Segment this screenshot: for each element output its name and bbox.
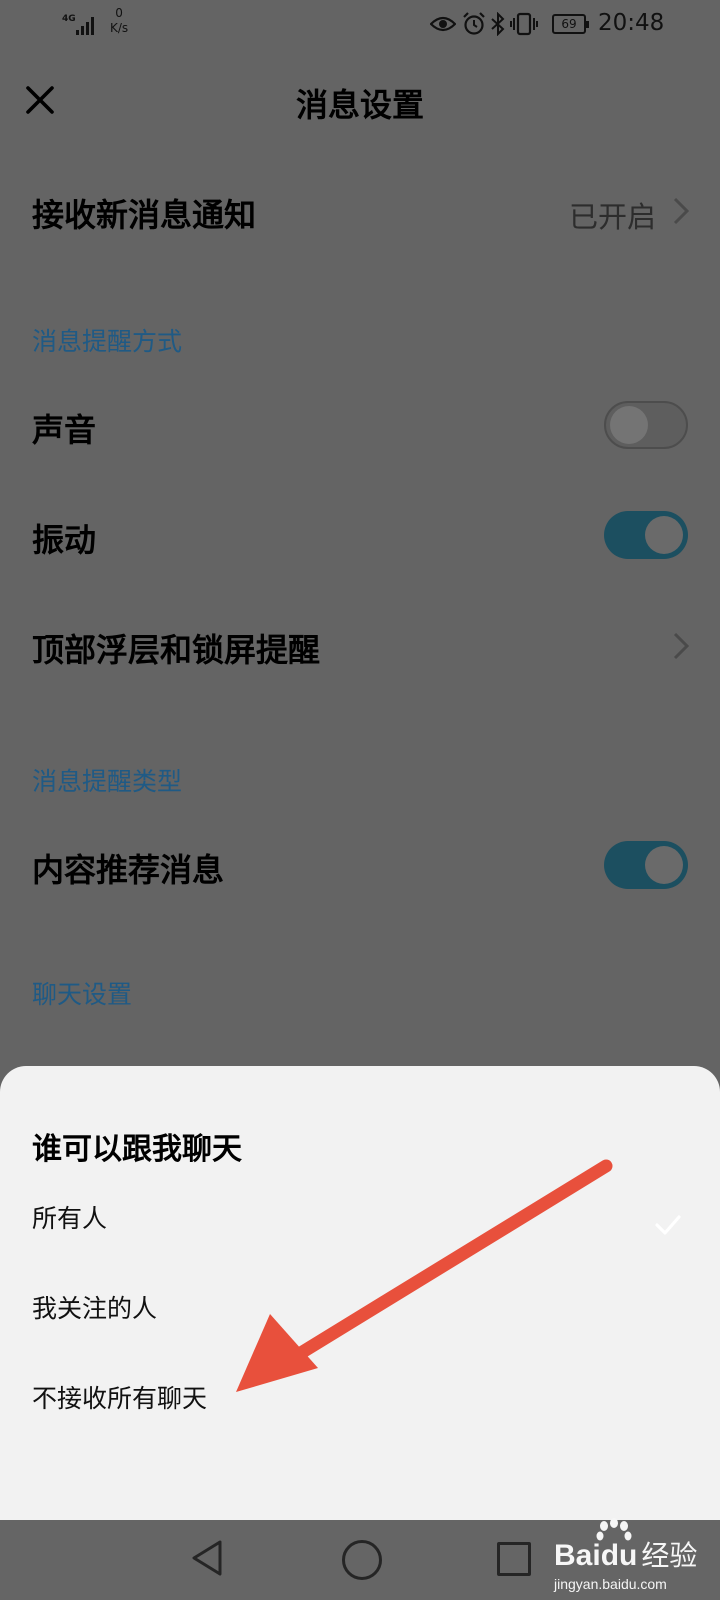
recents-icon[interactable] xyxy=(497,1542,531,1576)
sound-toggle[interactable] xyxy=(604,401,688,449)
alarm-icon xyxy=(463,12,485,35)
baidu-jingyan-watermark: Baidu 经验 xyxy=(554,1539,698,1572)
chat-permission-sheet: 谁可以跟我聊天 所有人 我关注的人 不接收所有聊天 xyxy=(0,1066,720,1520)
bluetooth-icon xyxy=(491,12,505,36)
content-recommend-toggle[interactable] xyxy=(604,841,688,889)
status-icons xyxy=(430,10,540,38)
chevron-right-icon xyxy=(673,632,690,660)
toggle-knob xyxy=(645,846,683,884)
new-message-notification-status: 已开启 xyxy=(568,200,656,234)
status-bar: 4G 0 K/s 69 20:48 xyxy=(0,0,720,48)
vibrate-label: 振动 xyxy=(32,521,97,559)
section-header-reminder-method: 消息提醒方式 xyxy=(32,327,183,356)
page-title: 消息设置 xyxy=(295,86,424,124)
option-everyone[interactable]: 所有人 xyxy=(32,1199,107,1235)
top-bar: 消息设置 xyxy=(0,60,720,140)
status-time: 20:48 xyxy=(598,10,665,36)
watermark-url: jingyan.baidu.com xyxy=(554,1576,667,1592)
battery-indicator: 69 xyxy=(552,14,589,34)
new-message-notification-row[interactable]: 接收新消息通知 已开启 xyxy=(0,170,720,250)
sheet-title: 谁可以跟我聊天 xyxy=(32,1132,242,1167)
navigation-bar: Baidu 经验 jingyan.baidu.com xyxy=(0,1518,720,1600)
svg-text:4G: 4G xyxy=(62,14,76,24)
option-following[interactable]: 我关注的人 xyxy=(32,1289,157,1325)
section-header-chat-settings: 聊天设置 xyxy=(32,980,133,1009)
home-icon[interactable] xyxy=(342,1540,382,1580)
section-header-reminder-type: 消息提醒类型 xyxy=(32,767,183,796)
toggle-knob xyxy=(610,406,648,444)
vibrate-toggle[interactable] xyxy=(604,511,688,559)
check-icon xyxy=(655,1215,681,1235)
sound-row: 声音 xyxy=(0,385,720,465)
network-speed: 0 K/s xyxy=(110,6,129,35)
vibrate-row: 振动 xyxy=(0,495,720,575)
toggle-knob xyxy=(645,516,683,554)
content-recommend-row: 内容推荐消息 xyxy=(0,825,720,905)
overlay-lockscreen-row[interactable]: 顶部浮层和锁屏提醒 xyxy=(0,605,720,685)
vibrate-icon xyxy=(510,12,538,36)
chevron-right-icon xyxy=(673,197,690,225)
back-icon[interactable] xyxy=(190,1538,224,1578)
new-message-notification-label: 接收新消息通知 xyxy=(32,196,257,234)
option-receive-none[interactable]: 不接收所有聊天 xyxy=(32,1379,207,1415)
eye-icon xyxy=(430,16,456,32)
signal-icon: 4G xyxy=(62,14,94,35)
overlay-lockscreen-label: 顶部浮层和锁屏提醒 xyxy=(32,631,321,669)
content-recommend-label: 内容推荐消息 xyxy=(32,851,225,889)
sound-label: 声音 xyxy=(32,411,97,449)
